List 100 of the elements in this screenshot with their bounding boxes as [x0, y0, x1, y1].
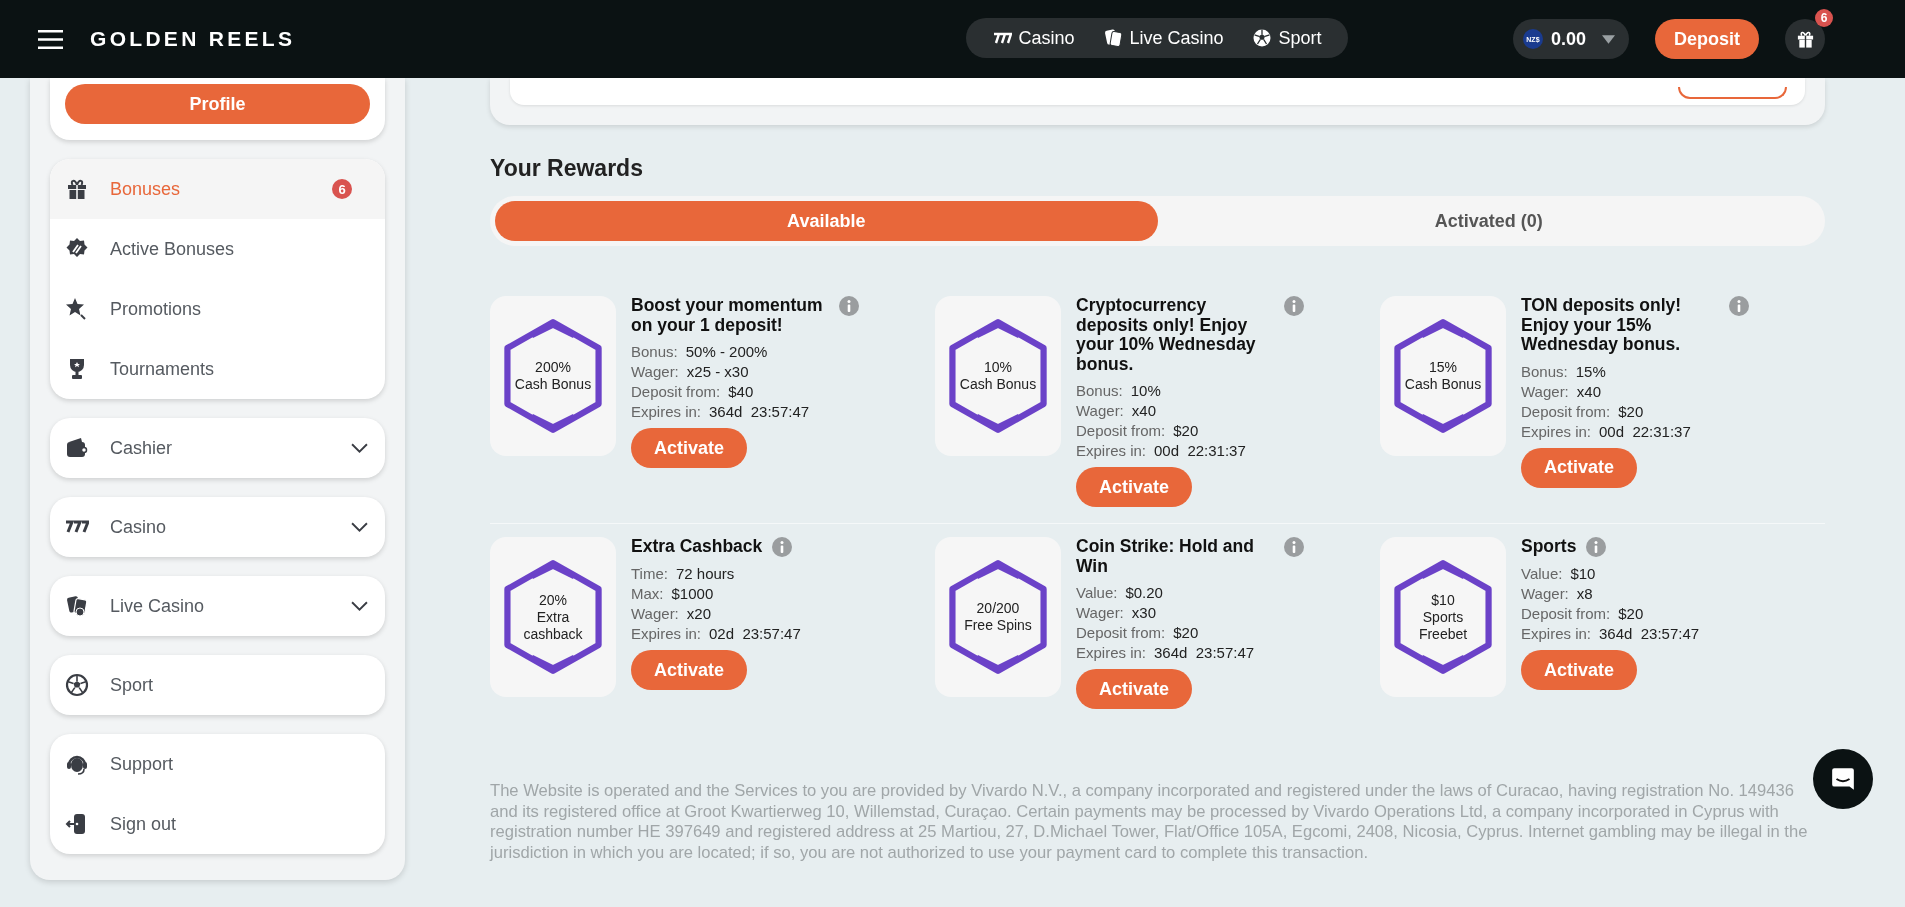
- detail-value: x30: [1131, 604, 1156, 621]
- soccer-ball-icon: [65, 673, 89, 697]
- bonus-amount-label: 15% Cash Bonus: [1403, 359, 1483, 393]
- detail-label: Time:: [631, 565, 668, 582]
- bonus-title: TON deposits only! Enjoy your 15% Wednesday bonus.: [1521, 296, 1683, 355]
- sidebar-item[interactable]: Promotions: [50, 279, 385, 339]
- sidebar-item[interactable]: Active Bonuses: [50, 219, 385, 279]
- bonus-amount-label: 20/200 Free Spins: [963, 600, 1033, 634]
- detail-label: Wager:: [1521, 382, 1569, 400]
- bonus-title: Coin Strike: Hold and Win: [1076, 537, 1255, 576]
- sidebar-item[interactable]: Sign out: [50, 794, 385, 854]
- bonus-amount-label: 10% Cash Bonus: [958, 359, 1038, 393]
- bonus-title: Extra Cashback: [631, 537, 763, 557]
- notification-badge: 6: [1815, 9, 1833, 27]
- detail-value: $20: [1173, 624, 1199, 641]
- detail-label: Bonus:: [1076, 382, 1123, 399]
- detail-value: 00d 22:31:37: [1154, 442, 1246, 459]
- caret-icon: [1602, 34, 1615, 44]
- bonus-title: Boost your momentum on your 1 deposit!: [631, 296, 824, 335]
- nav-link[interactable]: Sport: [1252, 27, 1322, 49]
- bonus-title: Sports: [1521, 537, 1577, 557]
- detail-value: $20: [1173, 422, 1199, 439]
- detail-value: 10%: [1130, 382, 1161, 399]
- menu-icon[interactable]: [38, 29, 63, 49]
- info-icon[interactable]: [1284, 537, 1304, 557]
- detail-label: Deposit from:: [1076, 624, 1166, 641]
- hexagon-icon: [946, 318, 1050, 434]
- detail-label: Deposit from:: [1076, 422, 1166, 439]
- section-title: Your Rewards: [490, 157, 644, 180]
- hexagon-icon: [1391, 318, 1495, 434]
- detail-value: $20: [1618, 605, 1644, 622]
- detail-label: Value:: [1521, 565, 1563, 582]
- detail-value: 364d 23:57:47: [709, 403, 810, 420]
- bonus-amount-label: 20% Extra cashback: [522, 591, 584, 643]
- nav-link[interactable]: Casino: [992, 27, 1075, 49]
- nav-link[interactable]: Live Casino: [1103, 27, 1224, 49]
- detail-label: Max:: [631, 585, 664, 602]
- detail-value: x40: [1131, 402, 1156, 419]
- detail-value: 15%: [1575, 362, 1606, 380]
- detail-label: Wager:: [1521, 585, 1569, 602]
- sidebar-item[interactable]: Cashier: [50, 418, 385, 478]
- detail-label: Deposit from:: [631, 383, 721, 400]
- detail-value: 50% - 200%: [685, 343, 768, 360]
- detail-value: $1000: [671, 585, 714, 602]
- detail-value: $20: [1618, 402, 1644, 420]
- info-icon[interactable]: [1586, 537, 1607, 557]
- sidebar-item[interactable]: Casino: [50, 497, 385, 557]
- sidebar-item[interactable]: Live Casino: [50, 576, 385, 636]
- info-icon[interactable]: [772, 537, 793, 557]
- logo[interactable]: GOLDEN REELS: [90, 27, 296, 51]
- detail-value: $10: [1570, 565, 1596, 582]
- balance-amount: 0.00: [1550, 28, 1586, 50]
- detail-label: Expires in:: [631, 625, 702, 642]
- detail-value: 364d 23:57:47: [1599, 625, 1700, 642]
- detail-value: $40: [728, 383, 754, 400]
- detail-label: Expires in:: [1521, 625, 1592, 642]
- gift-icon: [65, 177, 89, 201]
- detail-value: x20: [686, 605, 711, 622]
- detail-value: x8: [1576, 585, 1593, 602]
- detail-label: Wager:: [631, 363, 679, 380]
- bonus-amount-label: $10 Sports Freebet: [1417, 591, 1469, 643]
- count-badge: 6: [332, 179, 352, 199]
- detail-value: x25 - x30: [686, 363, 749, 380]
- detail-label: Expires in:: [1076, 442, 1147, 459]
- info-icon[interactable]: [1284, 296, 1304, 316]
- detail-label: Bonus:: [631, 343, 678, 360]
- playing-cards-icon: [65, 594, 89, 618]
- info-icon[interactable]: [839, 296, 859, 316]
- sidebar-item[interactable]: Support: [50, 734, 385, 794]
- hexagon-icon: [1391, 559, 1495, 675]
- tab[interactable]: Activated (0): [1157, 201, 1820, 241]
- detail-label: Deposit from:: [1521, 605, 1611, 622]
- detail-label: Wager:: [1076, 604, 1124, 621]
- detail-value: 72 hours: [675, 565, 735, 582]
- detail-value: 00d 22:31:37: [1599, 422, 1691, 440]
- detail-label: Value:: [1076, 584, 1118, 601]
- detail-label: Wager:: [631, 605, 679, 622]
- detail-label: Bonus:: [1521, 362, 1568, 380]
- soccer-ball-icon: [1252, 28, 1273, 48]
- detail-value: $0.20: [1125, 584, 1163, 601]
- chat-button[interactable]: [1813, 749, 1873, 809]
- info-icon[interactable]: [1729, 296, 1749, 316]
- detail-label: Expires in:: [631, 403, 702, 420]
- detail-value: 364d 23:57:47: [1154, 644, 1255, 661]
- playing-cards-icon: [1103, 28, 1124, 48]
- detail-label: Expires in:: [1076, 644, 1147, 661]
- detail-label: Wager:: [1076, 402, 1124, 419]
- detail-value: 02d 23:57:47: [709, 625, 801, 642]
- sidebar-item[interactable]: Tournaments: [50, 339, 385, 399]
- hexagon-icon: [501, 559, 605, 675]
- hexagon-icon: [946, 559, 1050, 675]
- detail-value: x40: [1576, 382, 1601, 400]
- detail-label: Expires in:: [1521, 422, 1592, 440]
- sidebar-item[interactable]: Bonuses 6: [50, 159, 385, 219]
- gift-icon: [1795, 29, 1815, 49]
- detail-label: Deposit from:: [1521, 402, 1611, 420]
- legal-text: The Website is operated and the Services to you are provided by Vivardo N.V., a company incorporated and registered under the laws of Curacao, having registration No. 149436 and its registered office at Groot Kwartierweg 10, Willemstad, Curaçao. Certain payments may be processed by Vivardo Operations Ltd, a company incorporated in Cyprus with registration number HE 397649 and registered address at 25 Martiou, 27, D.Michael Tower, Flat/Office 105A, Egcomi, 2408, Nicosia, Cyprus. Internet gambling may be illegal in the jurisdiction in which you are located; if so, you are not authorized to use your payment card to complete this transaction.: [490, 781, 1809, 863]
- wallet-icon: [65, 436, 89, 460]
- outline-button[interactable]: [1678, 87, 1787, 99]
- sidebar-item[interactable]: Sport: [50, 655, 385, 715]
